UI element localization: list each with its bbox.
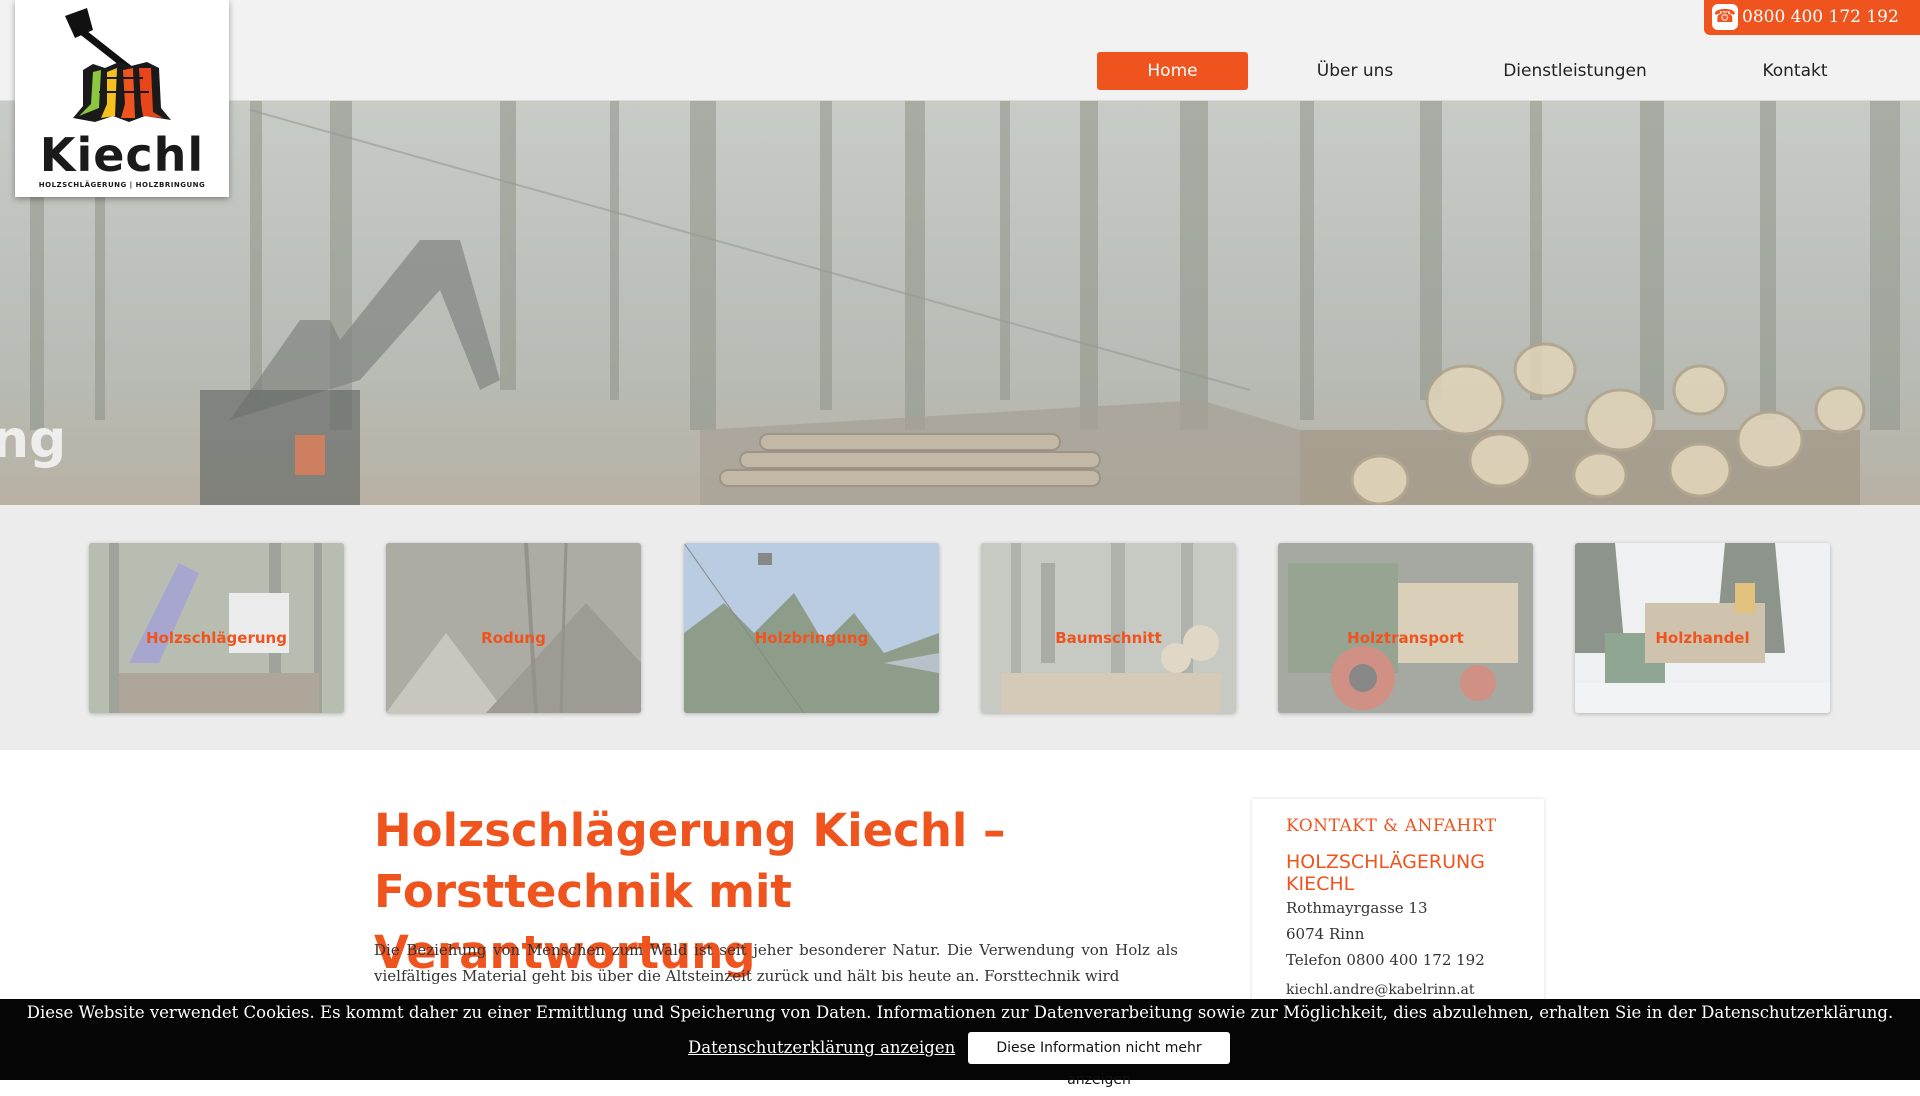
dismiss-cookie-button[interactable]: Diese Information nicht mehr anzeigen	[968, 1032, 1230, 1088]
intro-paragraph: Die Beziehung von Menschen zum Wald ist …	[374, 941, 1178, 985]
header-phone[interactable]: ☎ 0800 400 172 192	[1704, 0, 1920, 35]
sidebar-company: HOLZSCHLÄGERUNG KIECHL	[1286, 851, 1485, 895]
sidebar-heading: KONTAKT & ANFAHRT	[1286, 816, 1497, 836]
service-label: Holzschlägerung	[146, 629, 287, 647]
sidebar-email[interactable]: kiechl.andre@kabelrinn.at	[1286, 982, 1475, 998]
services-band: Holzschlägerung Rodung Holzbringung Baum…	[0, 505, 1920, 750]
hero-slider[interactable]: ng	[0, 100, 1920, 505]
nav-dienstleistungen[interactable]: Dienstleistungen	[1500, 52, 1650, 90]
service-tile-holzbringung[interactable]: Holzbringung	[684, 543, 939, 713]
service-label: Holzhandel	[1655, 629, 1750, 647]
site-logo[interactable]: Kiechl HOLZSCHLÄGERUNG | HOLZBRINGUNG	[15, 0, 229, 197]
privacy-policy-link[interactable]: Datenschutzerklärung anzeigen	[688, 1038, 955, 1057]
nav-kontakt[interactable]: Kontakt	[1745, 52, 1845, 90]
service-tile-holzschlaegerung[interactable]: Holzschlägerung	[89, 543, 344, 713]
service-label: Holzbringung	[754, 629, 869, 647]
service-tile-holzhandel[interactable]: Holzhandel	[1575, 543, 1830, 713]
forest-logging-image	[0, 100, 1920, 505]
sidebar-street: Rothmayrgasse 13	[1286, 899, 1428, 917]
tree-stump-axe-logo-icon	[65, 8, 171, 122]
sidebar-phone[interactable]: Telefon 0800 400 172 192	[1286, 951, 1485, 969]
service-label: Baumschnitt	[1055, 629, 1162, 647]
logo-wordmark: Kiechl	[39, 128, 205, 182]
service-label: Rodung	[481, 629, 546, 647]
header-phone-number[interactable]: 0800 400 172 192	[1742, 7, 1899, 27]
nav-home[interactable]: Home	[1097, 52, 1248, 90]
cookie-banner: Diese Website verwendet Cookies. Es komm…	[0, 999, 1920, 1088]
cookie-message: Diese Website verwendet Cookies. Es komm…	[26, 1003, 1894, 1022]
service-tile-holztransport[interactable]: Holztransport	[1278, 543, 1533, 713]
service-tile-rodung[interactable]: Rodung	[386, 543, 641, 713]
phone-icon: ☎	[1712, 4, 1738, 30]
hero-caption: ng	[0, 410, 67, 470]
sidebar-city: 6074 Rinn	[1286, 925, 1365, 943]
service-tile-baumschnitt[interactable]: Baumschnitt	[981, 543, 1236, 713]
logo-tagline: HOLZSCHLÄGERUNG | HOLZBRINGUNG	[38, 181, 206, 189]
nav-ueber-uns[interactable]: Über uns	[1290, 52, 1420, 90]
service-label: Holztransport	[1347, 629, 1464, 647]
